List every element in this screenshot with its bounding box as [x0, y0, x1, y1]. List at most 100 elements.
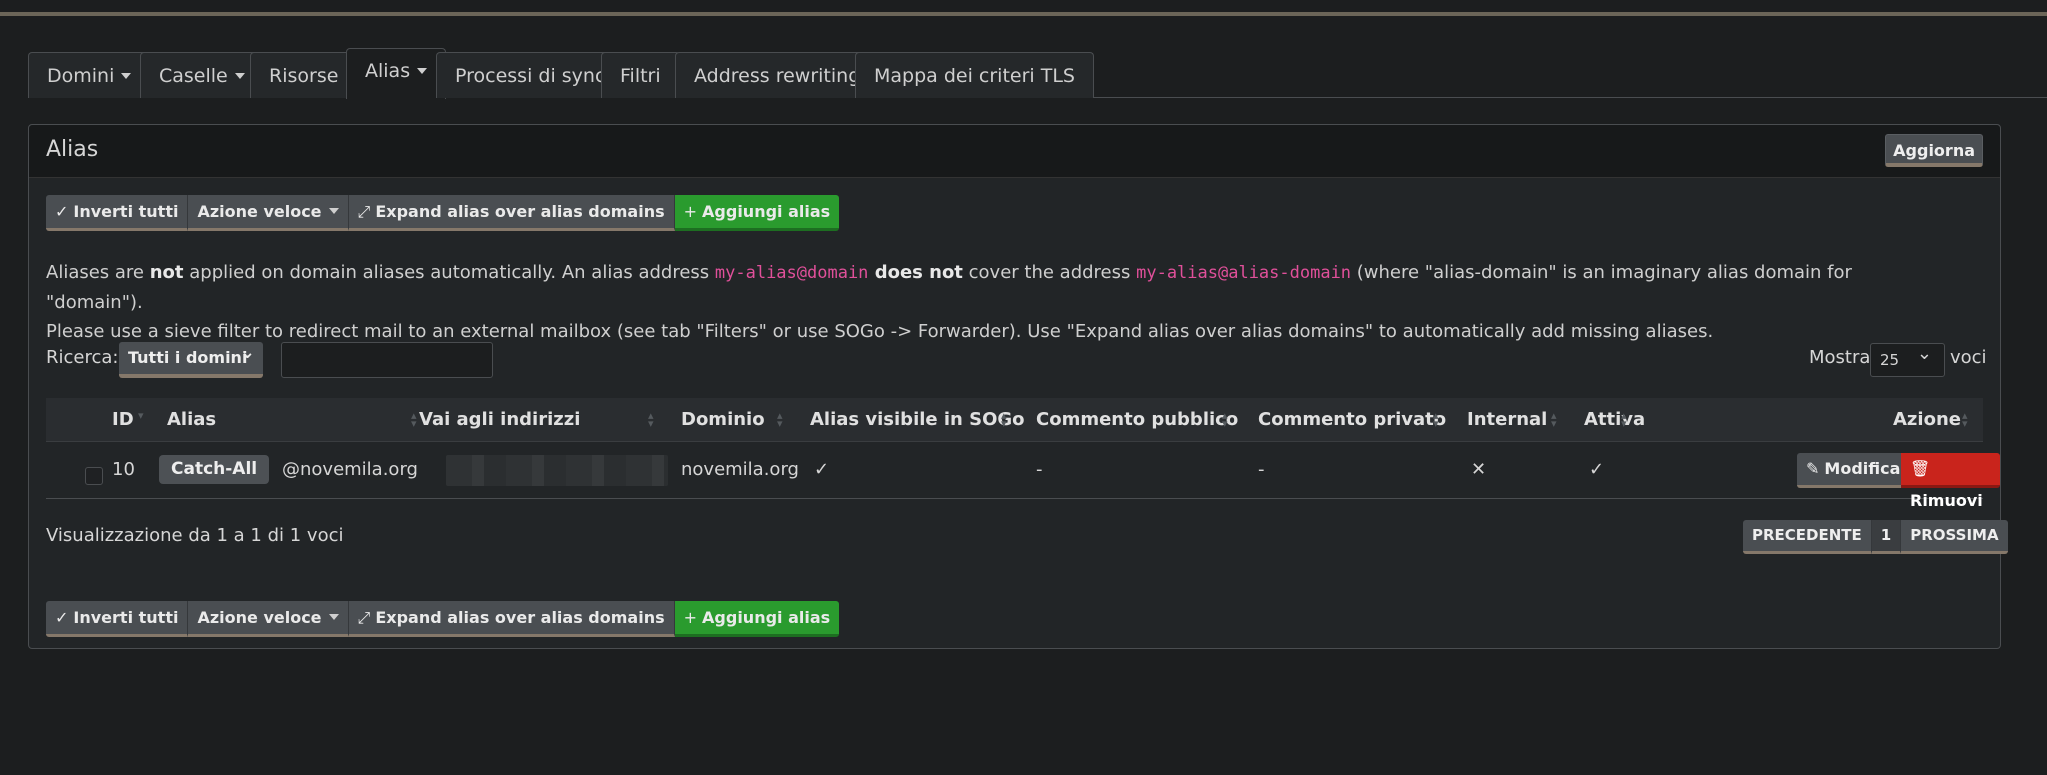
cell-private-comment: -: [1258, 459, 1265, 480]
table-header: ID ▾ Alias ▴ ▾ Vai agli indirizzi ▴ ▾ Domi…: [46, 398, 1983, 442]
header-label: Internal: [1467, 409, 1548, 430]
info-text-part: applied on domain aliases automatically.…: [183, 262, 715, 283]
quick-action-dropdown[interactable]: Azione veloce: [188, 601, 349, 637]
header-label: Dominio: [681, 409, 765, 430]
plus-icon: +: [683, 202, 698, 221]
tab-label: Caselle: [159, 65, 228, 87]
trash-icon: 🗑: [1910, 459, 1931, 478]
button-label: Rimuovi: [1910, 491, 1983, 510]
sort-icon: ▴ ▾: [648, 409, 654, 430]
tab-filtri[interactable]: Filtri: [601, 52, 680, 98]
sort-icon: ▴ ▾: [777, 409, 783, 430]
expand-icon: ⤢: [357, 608, 371, 627]
toolbar-bottom: ✓ Inverti tutti Azione veloce ⤢ Expand ali…: [46, 601, 840, 637]
sort-icon: ▴ ▾: [1433, 409, 1439, 430]
button-label: Aggiungi alias: [702, 608, 831, 627]
tab-address-rewriting[interactable]: Address rewriting: [675, 52, 880, 98]
sort-desc-icon: ▾: [138, 409, 144, 422]
header-label: Vai agli indirizzi: [419, 409, 581, 430]
quick-action-dropdown[interactable]: Azione veloce: [188, 195, 349, 231]
col-active[interactable]: Attiva: [1584, 398, 1645, 441]
entries-label: voci: [1950, 347, 1987, 368]
header-label: Commento pubblico: [1036, 409, 1239, 430]
search-input[interactable]: [281, 342, 493, 378]
add-alias-button[interactable]: + Aggiungi alias: [674, 195, 840, 231]
next-page-button[interactable]: PROSSIMA: [1901, 520, 2008, 554]
expand-alias-button[interactable]: ⤢ Expand alias over alias domains: [348, 601, 675, 637]
edit-button[interactable]: ✎ Modifica: [1797, 453, 1910, 488]
info-text-part: cover the address: [962, 262, 1137, 283]
tab-label: Address rewriting: [694, 65, 861, 87]
prev-page-button[interactable]: PRECEDENTE: [1743, 520, 1872, 554]
info-text-part: Aliases are: [46, 262, 150, 283]
info-line-1: Aliases are not applied on domain aliase…: [46, 258, 1946, 317]
page-size-select[interactable]: 25: [1870, 338, 1945, 377]
tab-domini[interactable]: Domini: [28, 52, 151, 98]
panel-title: Alias: [46, 137, 99, 162]
header-label: Azione: [1893, 409, 1961, 430]
catch-all-badge: Catch-All: [159, 455, 270, 484]
page-1-button[interactable]: 1: [1871, 520, 1902, 554]
tab-label: Risorse: [269, 65, 339, 87]
tab-caselle[interactable]: Caselle: [140, 52, 264, 98]
sort-icon: ▴ ▾: [1621, 409, 1627, 430]
invert-all-button[interactable]: ✓ Inverti tutti: [46, 601, 189, 637]
col-action: Azione: [1893, 398, 1961, 441]
plus-icon: +: [683, 608, 698, 627]
info-bold: does not: [868, 262, 963, 283]
code-snippet: my-alias@domain: [714, 263, 869, 283]
internal-x-icon: ✕: [1471, 459, 1487, 480]
button-label: Expand alias over alias domains: [375, 202, 665, 221]
sort-icon: ▴ ▾: [1551, 409, 1557, 430]
tab-label: Alias: [365, 60, 411, 82]
cell-id: 10: [112, 459, 135, 480]
tab-risorse[interactable]: Risorse: [250, 52, 358, 98]
table-row: 10 @novemila.org novemila.org ✓ - - ✕ ✓: [46, 442, 1983, 499]
info-bold: not: [149, 262, 184, 283]
tab-label: Mappa dei criteri TLS: [874, 65, 1075, 87]
col-private-comment[interactable]: Commento privato: [1258, 398, 1446, 441]
col-alias[interactable]: Alias: [167, 398, 216, 441]
check-icon: ✓: [55, 202, 69, 221]
tab-processi-di-sync[interactable]: Processi di sync: [436, 52, 625, 98]
cell-alias-domain: @novemila.org: [282, 459, 418, 480]
button-label: Inverti tutti: [73, 608, 179, 627]
cell-public-comment: -: [1036, 459, 1043, 480]
refresh-button[interactable]: Aggiorna: [1885, 134, 1983, 167]
col-goto[interactable]: Vai agli indirizzi: [419, 398, 580, 441]
col-internal[interactable]: Internal: [1467, 398, 1547, 441]
toolbar-top: ✓ Inverti tutti Azione veloce ⤢ Expand ali…: [46, 195, 840, 231]
button-label: Modifica: [1824, 459, 1901, 478]
sort-icon: ▴ ▾: [1962, 409, 1968, 430]
col-public-comment[interactable]: Commento pubblico: [1036, 398, 1238, 441]
cell-domain: novemila.org: [681, 459, 799, 480]
row-select-checkbox[interactable]: [85, 467, 103, 485]
expand-icon: ⤢: [357, 202, 371, 221]
tab-alias[interactable]: Alias: [346, 48, 447, 99]
sort-icon: ▴ ▾: [1001, 409, 1007, 430]
header-label: Alias: [167, 409, 217, 430]
button-label: Aggiungi alias: [702, 202, 831, 221]
add-alias-button[interactable]: + Aggiungi alias: [674, 601, 840, 637]
remove-button[interactable]: 🗑 Rimuovi: [1901, 453, 2000, 510]
top-bar: [0, 0, 2047, 16]
tab-bar: Domini Caselle Risorse Alias Processi di…: [28, 48, 2047, 99]
sort-icon: ▴ ▾: [1222, 409, 1228, 430]
button-label: Expand alias over alias domains: [375, 608, 665, 627]
col-domain[interactable]: Dominio: [681, 398, 765, 441]
pagination: PRECEDENTE 1 PROSSIMA: [1743, 520, 2008, 554]
button-label: Azione veloce: [197, 202, 322, 221]
invert-all-button[interactable]: ✓ Inverti tutti: [46, 195, 189, 231]
code-snippet: my-alias@alias-domain: [1136, 263, 1352, 283]
panel-header: Alias Aggiorna: [29, 125, 2000, 178]
domain-filter-select[interactable]: Tutti i domini: [119, 337, 263, 378]
header-label: ID: [112, 409, 134, 430]
redacted-goto-address: [446, 455, 668, 486]
col-id[interactable]: ID: [112, 398, 134, 441]
button-label: Inverti tutti: [73, 202, 179, 221]
show-label: Mostra: [1809, 347, 1871, 368]
col-sogo-visible[interactable]: Alias visibile in SOGo: [810, 398, 1025, 441]
tab-mappa-criteri-tls[interactable]: Mappa dei criteri TLS: [855, 52, 1094, 98]
expand-alias-button[interactable]: ⤢ Expand alias over alias domains: [348, 195, 675, 231]
alias-panel: Alias Aggiorna ✓ Inverti tutti Azione vel…: [28, 124, 2008, 649]
